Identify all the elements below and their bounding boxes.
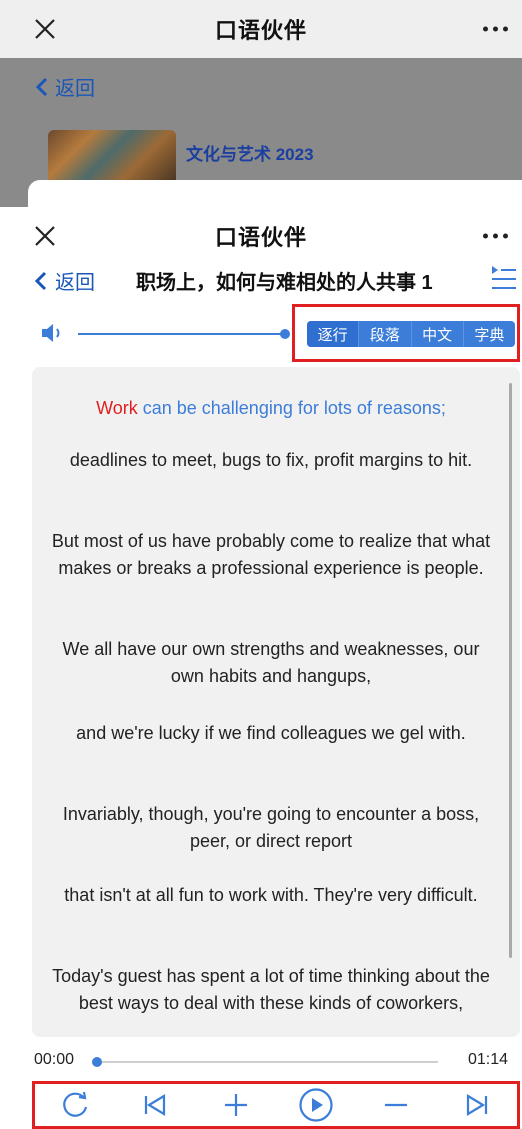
repeat-button[interactable] bbox=[55, 1085, 95, 1125]
plus-icon bbox=[224, 1094, 247, 1116]
previous-icon bbox=[145, 1094, 166, 1116]
previous-button[interactable] bbox=[135, 1085, 175, 1125]
lesson-title: 职场上，如何与难相处的人共事 1 bbox=[136, 272, 433, 294]
transcript-sentence[interactable]: Today's guest has spent a lot of time th… bbox=[44, 963, 498, 1017]
transcript-sentence[interactable]: that isn't at all fun to work with. They… bbox=[44, 882, 498, 909]
transcript-sentence[interactable]: and we're lucky if we find colleagues we… bbox=[44, 720, 498, 747]
current-word[interactable]: Work bbox=[96, 398, 138, 418]
back-label: 返回 bbox=[55, 272, 95, 294]
transcript-panel[interactable]: Work can be challenging for lots of reas… bbox=[32, 367, 520, 1037]
playlist-icon[interactable] bbox=[488, 262, 518, 294]
background-nav-title: 口语伙伴 bbox=[214, 18, 307, 43]
mode-tabs-highlight-box: 逐行 段落 中文 字典 bbox=[292, 304, 520, 362]
background-back-label: 返回 bbox=[55, 78, 95, 100]
transcript-sentence[interactable]: Invariably, though, you're going to enco… bbox=[44, 801, 498, 855]
speed-down-button[interactable] bbox=[376, 1085, 416, 1125]
back-link[interactable]: 返回 bbox=[34, 266, 95, 295]
play-icon bbox=[299, 1088, 333, 1122]
chevron-left-icon bbox=[35, 77, 48, 96]
tab-line-by-line[interactable]: 逐行 bbox=[307, 321, 359, 347]
next-icon bbox=[466, 1094, 487, 1116]
transcript-sentence[interactable]: deadlines to meet, bugs to fix, profit m… bbox=[44, 447, 498, 474]
mode-tabs: 逐行 段落 中文 字典 bbox=[307, 321, 515, 347]
lesson-header: 返回 职场上，如何与难相处的人共事 1 bbox=[0, 256, 522, 304]
speaker-icon[interactable] bbox=[40, 322, 68, 344]
background-back-link[interactable]: 返回 bbox=[35, 72, 95, 101]
tab-chinese[interactable]: 中文 bbox=[410, 321, 463, 347]
total-time: 01:14 bbox=[467, 1051, 508, 1068]
background-course-title[interactable]: 文化与艺术 2023 bbox=[186, 140, 314, 165]
progress-slider[interactable] bbox=[98, 1061, 438, 1063]
close-icon[interactable] bbox=[30, 14, 60, 44]
nav-title: 口语伙伴 bbox=[214, 225, 307, 250]
transcript-sentence[interactable]: We all have our own strengths and weakne… bbox=[44, 636, 498, 690]
repeat-icon bbox=[63, 1091, 88, 1117]
sheet-edge bbox=[28, 180, 522, 210]
audio-settings-row: 逐行 段落 中文 字典 bbox=[0, 304, 522, 362]
background-navbar: 口语伙伴 bbox=[0, 0, 522, 58]
playback-progress: 00:00 01:14 bbox=[0, 1041, 522, 1079]
speed-up-button[interactable] bbox=[216, 1085, 256, 1125]
tab-paragraph[interactable]: 段落 bbox=[358, 321, 410, 347]
play-button[interactable] bbox=[296, 1085, 336, 1125]
transcript-scrollbar[interactable] bbox=[509, 383, 512, 958]
more-icon[interactable] bbox=[483, 233, 508, 239]
more-icon[interactable] bbox=[483, 26, 508, 32]
current-sentence-rest: can be challenging for lots of reasons; bbox=[137, 398, 446, 418]
chevron-left-icon bbox=[34, 271, 47, 290]
tab-dictionary[interactable]: 字典 bbox=[462, 321, 515, 347]
transcript-sentence-current[interactable]: Work can be challenging for lots of reas… bbox=[44, 395, 498, 422]
minus-icon bbox=[385, 1103, 408, 1107]
next-button[interactable] bbox=[457, 1085, 497, 1125]
transcript-sentence[interactable]: But most of us have probably come to rea… bbox=[44, 528, 498, 582]
close-icon[interactable] bbox=[30, 221, 60, 251]
playback-controls bbox=[32, 1081, 520, 1129]
progress-knob[interactable] bbox=[92, 1057, 102, 1067]
volume-slider[interactable] bbox=[78, 333, 283, 335]
volume-knob[interactable] bbox=[280, 329, 290, 339]
current-time: 00:00 bbox=[34, 1051, 75, 1068]
